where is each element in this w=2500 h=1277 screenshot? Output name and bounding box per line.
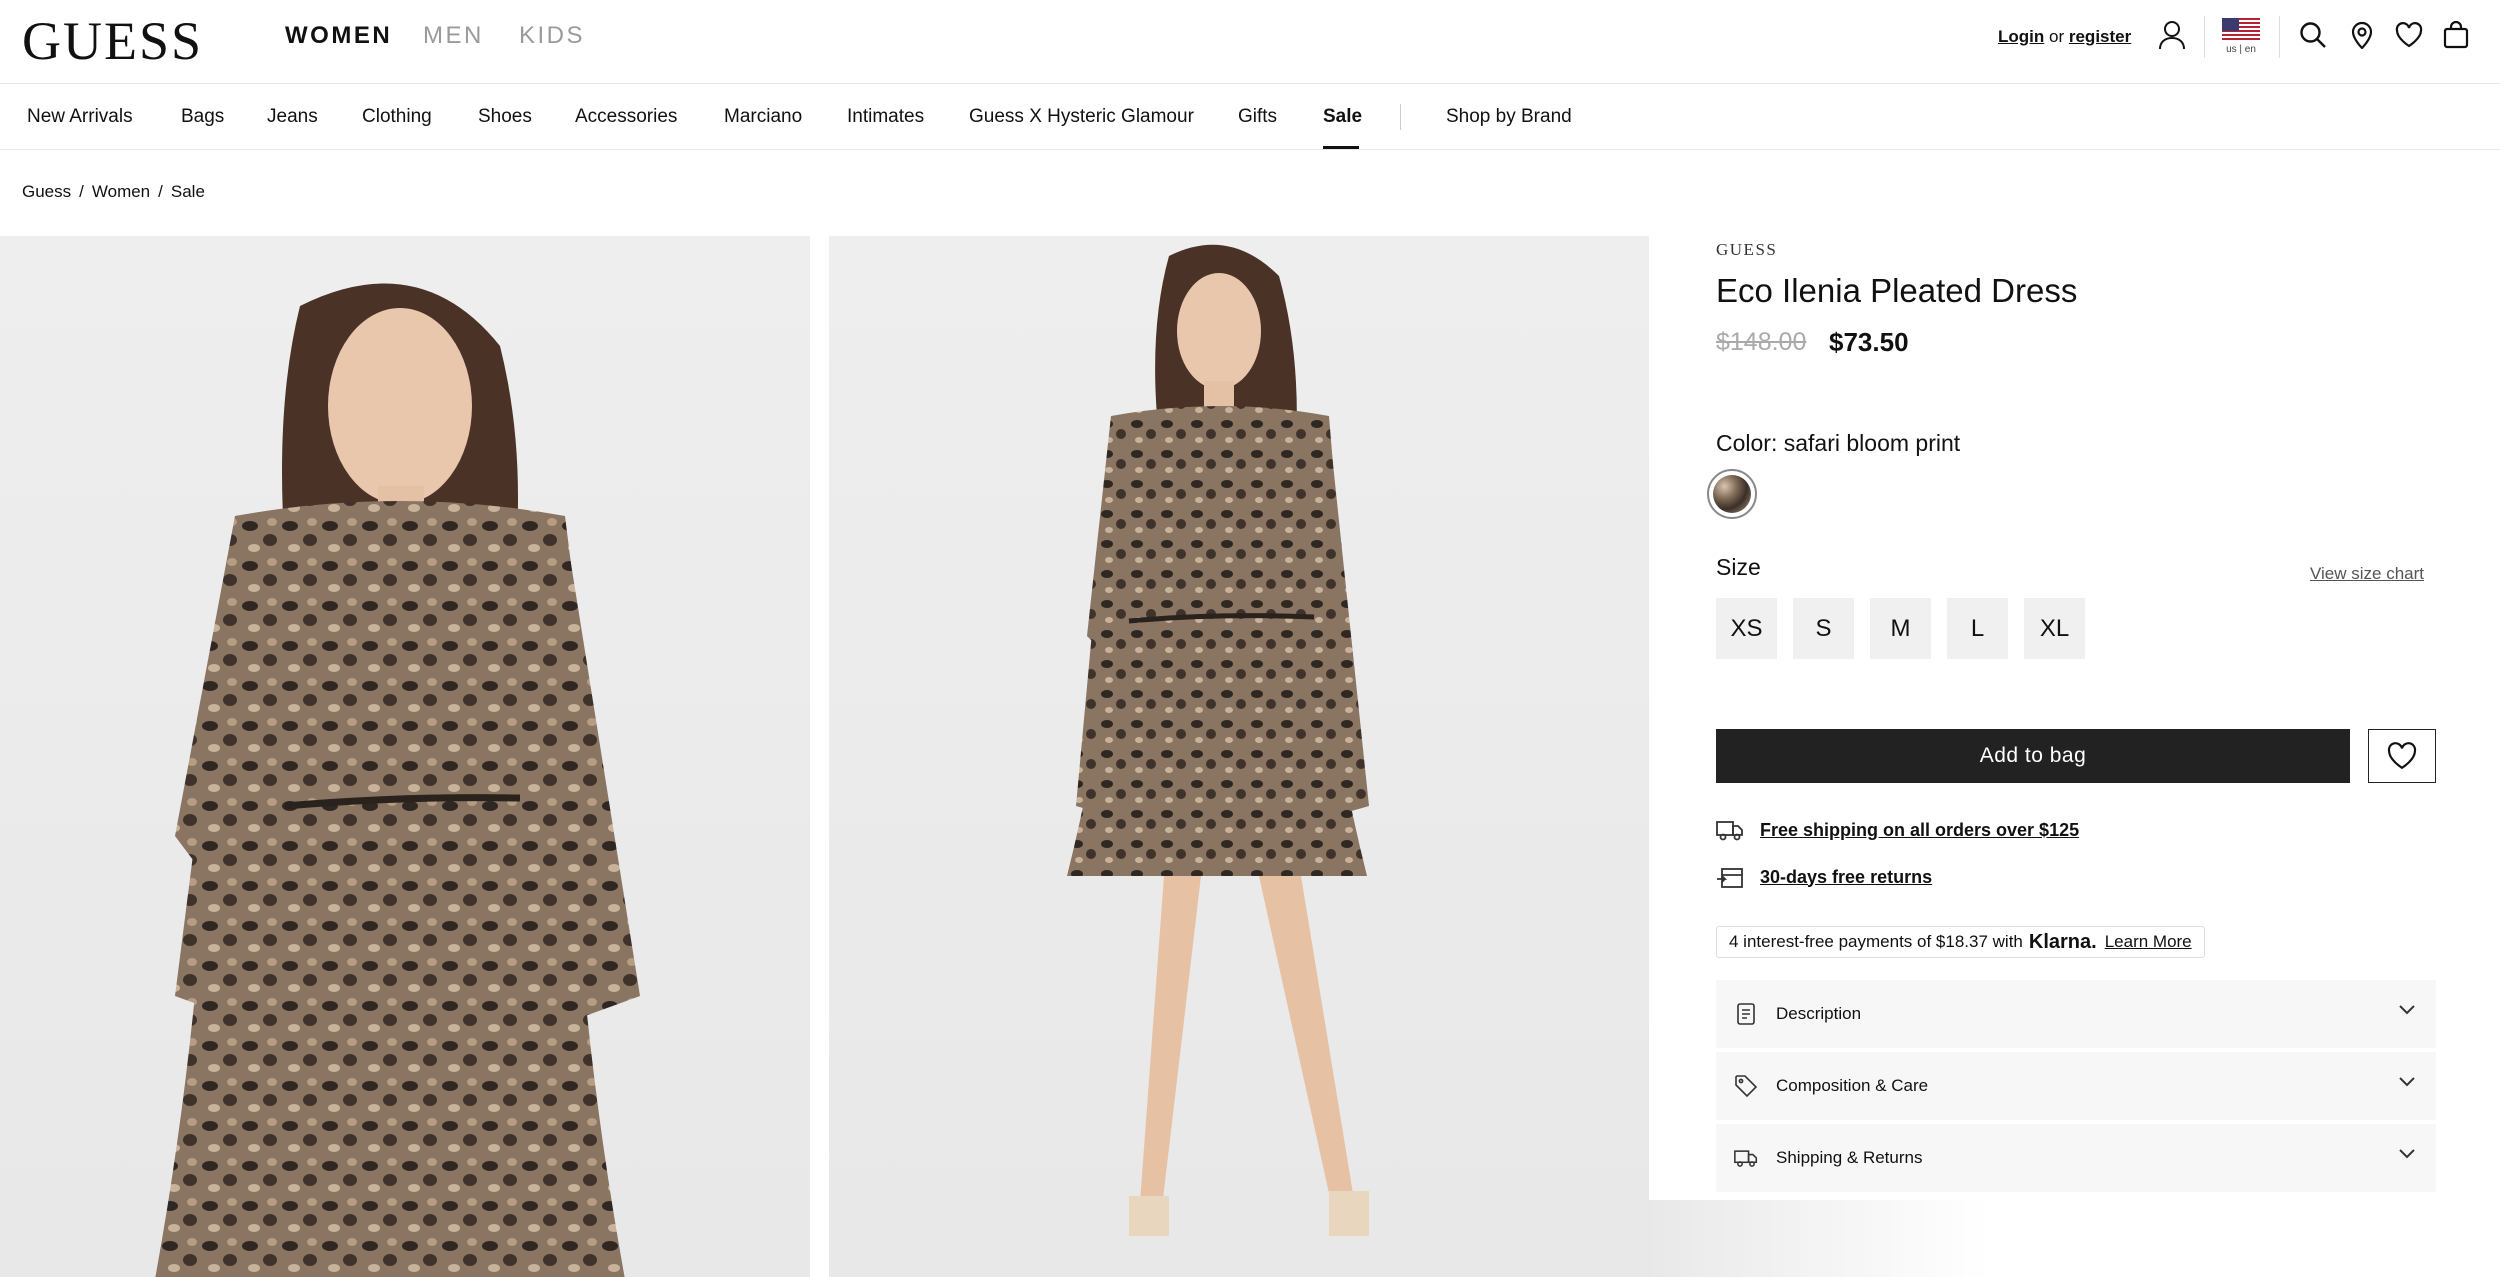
- add-to-bag-button[interactable]: Add to bag: [1716, 729, 2350, 783]
- size-label: Size: [1716, 554, 1761, 580]
- view-size-chart-link[interactable]: View size chart: [2310, 564, 2424, 584]
- product-image-full-length[interactable]: [829, 236, 1649, 1277]
- category-nav: New Arrivals Bags Jeans Clothing Shoes A…: [0, 84, 2500, 150]
- breadcrumb-sale[interactable]: Sale: [171, 182, 205, 201]
- nav-sale[interactable]: Sale: [1323, 106, 1362, 128]
- return-box-icon: [1717, 868, 1743, 888]
- nav-divider: [1400, 104, 1401, 130]
- product-title: Eco Ilenia Pleated Dress: [1716, 272, 2078, 309]
- chevron-down-icon: [2399, 1005, 2415, 1015]
- breadcrumb: Guess / Women / Sale: [22, 182, 205, 202]
- product-brand: GUESS: [1716, 240, 1778, 259]
- original-price: $148.00: [1716, 328, 1807, 356]
- gender-tab-men[interactable]: MEN: [423, 22, 484, 50]
- swatch-image: [1713, 475, 1751, 513]
- size-option-xs[interactable]: XS: [1716, 598, 1777, 659]
- breadcrumb-women[interactable]: Women: [92, 182, 150, 201]
- header-divider: [2279, 16, 2280, 58]
- product-image-front[interactable]: [0, 236, 810, 1277]
- accordion-label: Shipping & Returns: [1776, 1148, 1923, 1167]
- color-swatch-safari-bloom-print[interactable]: [1707, 469, 1757, 519]
- color-label: Color: safari bloom print: [1716, 430, 1961, 456]
- nav-guess-x-hysteric-glamour[interactable]: Guess X Hysteric Glamour: [969, 106, 1194, 128]
- nav-new-arrivals[interactable]: New Arrivals: [27, 106, 133, 128]
- heart-icon: [2387, 742, 2417, 770]
- nav-gifts[interactable]: Gifts: [1238, 106, 1277, 128]
- shopping-bag-icon[interactable]: [2439, 18, 2473, 52]
- wishlist-icon[interactable]: [2392, 18, 2426, 52]
- register-link[interactable]: register: [2069, 27, 2131, 46]
- nav-clothing[interactable]: Clothing: [362, 106, 432, 128]
- nav-jeans[interactable]: Jeans: [267, 106, 318, 128]
- chevron-down-icon: [2399, 1149, 2415, 1159]
- nav-accessories[interactable]: Accessories: [575, 106, 677, 128]
- klarna-learn-more-link[interactable]: Learn More: [2105, 932, 2192, 952]
- nav-shoes[interactable]: Shoes: [478, 106, 532, 128]
- free-returns-link[interactable]: 30-days free returns: [1760, 867, 1932, 888]
- accordion-description[interactable]: Description: [1716, 980, 2436, 1048]
- size-option-l[interactable]: L: [1947, 598, 2008, 659]
- active-nav-indicator: [1323, 146, 1359, 149]
- locale-label[interactable]: us | en: [2222, 44, 2260, 55]
- accordion-label: Composition & Care: [1776, 1076, 1929, 1095]
- size-option-xl[interactable]: XL: [2024, 598, 2085, 659]
- us-flag-icon[interactable]: [2222, 18, 2260, 42]
- free-shipping-link[interactable]: Free shipping on all orders over $125: [1760, 820, 2079, 841]
- free-returns-perk[interactable]: 30-days free returns: [1716, 865, 1932, 889]
- store-locator-icon[interactable]: [2345, 18, 2379, 52]
- klarna-payment-info: 4 interest-free payments of $18.37 with …: [1716, 926, 2205, 958]
- tag-icon: [1734, 1075, 1758, 1097]
- delivery-truck-icon: [1716, 821, 1743, 841]
- gender-tab-women[interactable]: WOMEN: [285, 22, 392, 50]
- size-option-m[interactable]: M: [1870, 598, 1931, 659]
- sale-price: $73.50: [1829, 327, 1909, 357]
- accordion-shipping-returns[interactable]: Shipping & Returns: [1716, 1124, 2436, 1192]
- login-or-text: or: [2049, 27, 2065, 46]
- nav-marciano[interactable]: Marciano: [724, 106, 802, 128]
- klarna-logo: Klarna.: [2028, 930, 2097, 953]
- nav-bags[interactable]: Bags: [181, 106, 224, 128]
- gender-tab-kids[interactable]: KIDS: [519, 22, 585, 50]
- search-icon[interactable]: [2296, 18, 2330, 52]
- breadcrumb-guess[interactable]: Guess: [22, 182, 71, 201]
- guess-logo[interactable]: GUESS: [22, 10, 203, 72]
- klarna-text: 4 interest-free payments of $18.37 with: [1729, 932, 2023, 951]
- delivery-truck-icon: [1734, 1147, 1758, 1169]
- account-icon[interactable]: [2155, 18, 2189, 52]
- nav-shop-by-brand[interactable]: Shop by Brand: [1446, 106, 1572, 128]
- accordion-label: Description: [1776, 1004, 1862, 1023]
- free-shipping-perk[interactable]: Free shipping on all orders over $125: [1716, 818, 2079, 842]
- breadcrumb-separator: /: [79, 182, 84, 201]
- nav-intimates[interactable]: Intimates: [847, 106, 924, 128]
- header-divider: [2204, 16, 2205, 58]
- accordion-composition-care[interactable]: Composition & Care: [1716, 1052, 2436, 1120]
- chevron-down-icon: [2399, 1077, 2415, 1087]
- login-link[interactable]: Login: [1998, 27, 2044, 46]
- document-icon: [1734, 1003, 1758, 1025]
- image-shadow: [1649, 1200, 2500, 1277]
- breadcrumb-separator: /: [158, 182, 163, 201]
- login-register: Login or register: [1998, 27, 2131, 47]
- size-option-s[interactable]: S: [1793, 598, 1854, 659]
- top-header: GUESS WOMEN MEN KIDS Login or register u…: [0, 0, 2500, 84]
- add-to-wishlist-button[interactable]: [2368, 729, 2436, 783]
